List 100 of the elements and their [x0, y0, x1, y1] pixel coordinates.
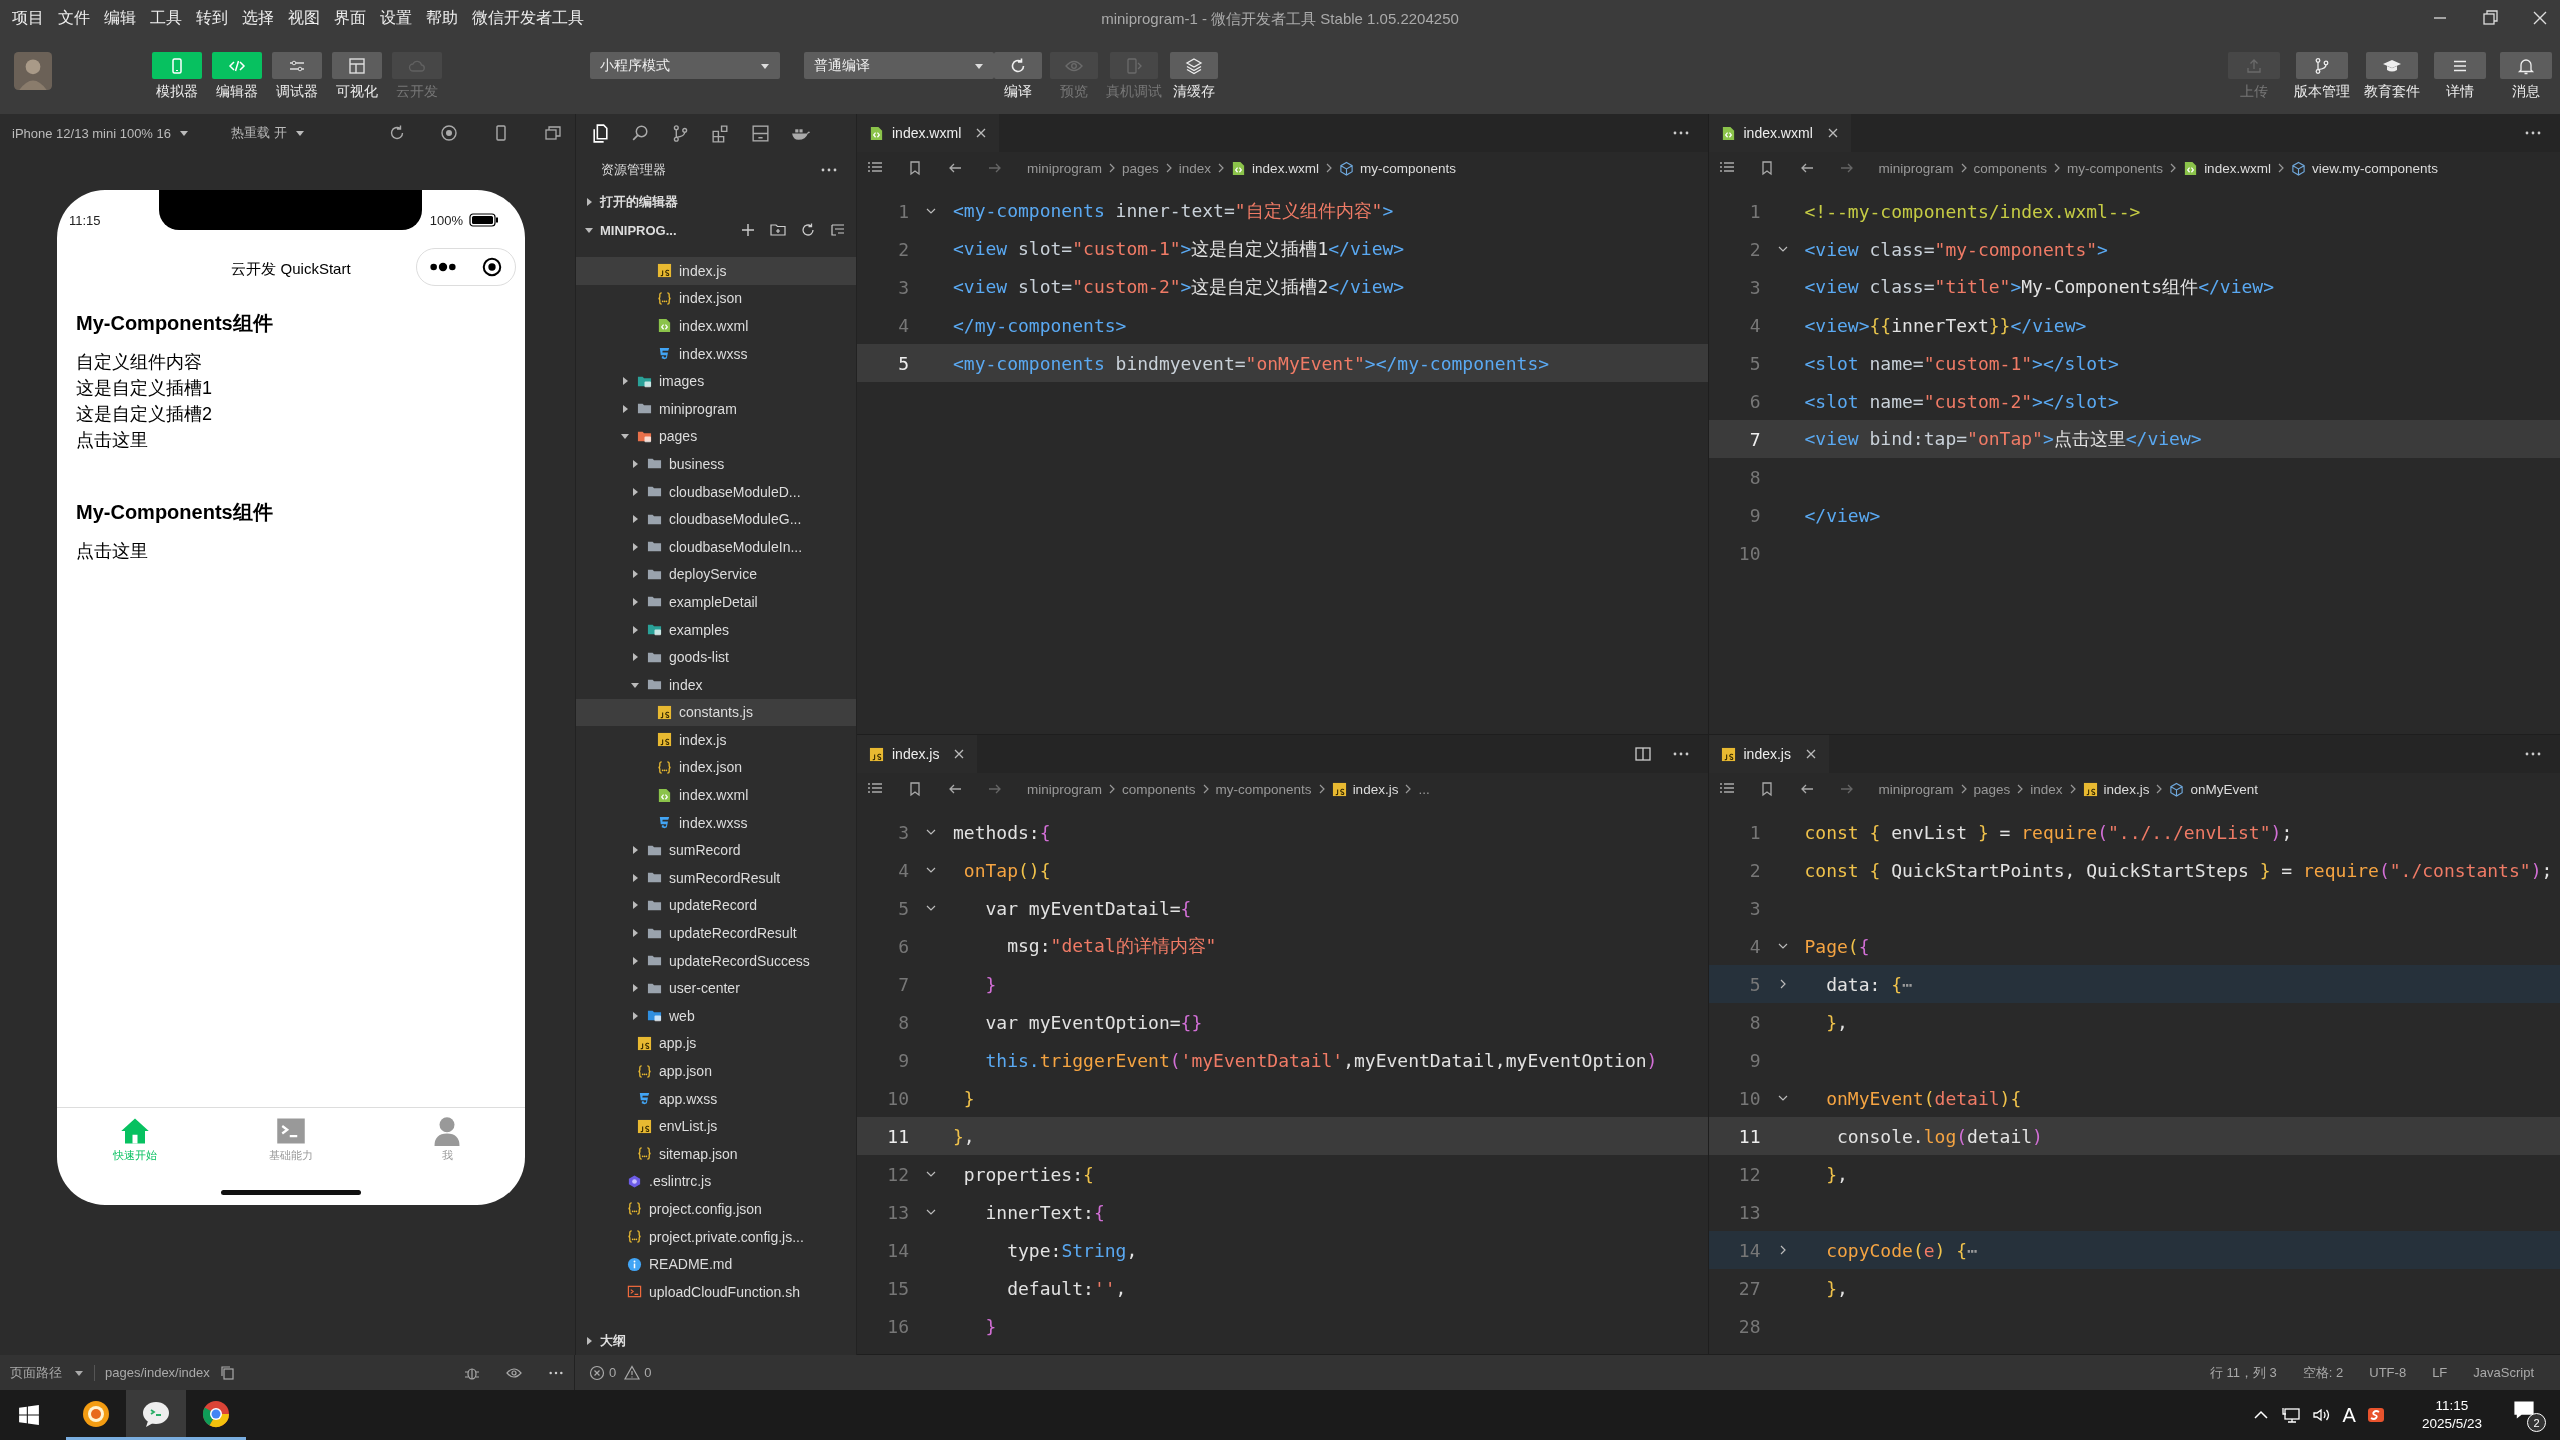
input-method[interactable]: A: [2342, 1403, 2356, 1427]
close-icon[interactable]: [1826, 127, 1839, 139]
tree-item[interactable]: examples: [576, 615, 856, 644]
tree-item[interactable]: uploadCloudFunction.sh: [576, 1277, 856, 1306]
tree-item[interactable]: sumRecordResult: [576, 864, 856, 892]
editor-tab[interactable]: index.js: [857, 735, 978, 773]
collapse-icon[interactable]: [830, 222, 846, 238]
view-toggle-button[interactable]: [212, 52, 262, 79]
breadcrumb-item[interactable]: miniprogram: [1878, 160, 1954, 176]
save-icon[interactable]: [750, 122, 771, 144]
menu-item[interactable]: 帮助: [426, 7, 458, 29]
page-path-menu[interactable]: 页面路径: [10, 1363, 62, 1382]
tree-item[interactable]: index.wxss: [576, 339, 856, 368]
error-icon[interactable]: [589, 1364, 605, 1381]
view-toggle-button[interactable]: [152, 52, 202, 79]
more-icon[interactable]: [2524, 130, 2542, 136]
toolbar-button[interactable]: [2434, 52, 2486, 79]
menu-item[interactable]: 视图: [288, 7, 320, 29]
tree-item[interactable]: deployService: [576, 560, 856, 589]
toolbar-button[interactable]: [2366, 52, 2418, 79]
sogou-icon[interactable]: [2365, 1405, 2386, 1425]
view-toggle-button[interactable]: [272, 52, 322, 79]
tree-item[interactable]: images: [576, 367, 856, 395]
windows-logo-icon[interactable]: [18, 1404, 40, 1426]
breadcrumb-item[interactable]: components: [1973, 160, 2048, 176]
close-icon[interactable]: [953, 748, 966, 760]
tree-item[interactable]: business: [576, 450, 856, 478]
breadcrumb-item[interactable]: my-components: [2067, 160, 2164, 176]
bookmark-icon[interactable]: [907, 781, 923, 797]
breadcrumb-item[interactable]: components: [1122, 781, 1196, 797]
tree-item[interactable]: constants.js: [576, 698, 856, 727]
breadcrumb-item[interactable]: index.wxml: [2204, 160, 2271, 176]
more-icon[interactable]: [1671, 751, 1690, 757]
breadcrumb-item[interactable]: index.wxml: [1252, 160, 1319, 176]
hot-reload-toggle[interactable]: 热重载 开: [231, 124, 287, 142]
tree-item[interactable]: index.json: [576, 284, 856, 313]
breadcrumb-item[interactable]: miniprogram: [1878, 781, 1954, 797]
split-editor-icon[interactable]: [1633, 745, 1652, 763]
windows-icon[interactable]: [543, 123, 563, 143]
toolbar-button[interactable]: [2500, 52, 2552, 79]
close-icon[interactable]: [1804, 748, 1817, 760]
close-icon[interactable]: [975, 127, 988, 139]
mode-dropdown[interactable]: 小程序模式: [590, 52, 780, 79]
tree-item[interactable]: index: [576, 670, 856, 699]
view-toggle-button[interactable]: [332, 52, 382, 79]
stop-icon[interactable]: [439, 123, 459, 143]
tree-item[interactable]: cloudbaseModuleD...: [576, 477, 856, 506]
section-header[interactable]: 大纲: [576, 1327, 856, 1355]
tree-item[interactable]: index.js: [576, 257, 856, 285]
breadcrumb-item[interactable]: pages: [1973, 781, 2011, 797]
tree-item[interactable]: updateRecord: [576, 891, 856, 920]
tree-item[interactable]: goods-list: [576, 643, 856, 671]
device-selector[interactable]: iPhone 12/13 mini 100% 16: [12, 125, 171, 141]
tree-item[interactable]: envList.js: [576, 1112, 856, 1140]
more-icon[interactable]: [2524, 751, 2542, 757]
breadcrumb-item[interactable]: miniprogram: [1027, 781, 1103, 797]
menu-item[interactable]: 项目: [12, 7, 44, 29]
tree-item[interactable]: index.wxml: [576, 312, 856, 340]
tree-item[interactable]: project.config.json: [576, 1195, 856, 1223]
breadcrumb-item[interactable]: index: [2030, 781, 2063, 797]
breadcrumb-item[interactable]: view.my-components: [2311, 160, 2438, 176]
compile-action-button[interactable]: [994, 52, 1042, 79]
status-item[interactable]: UTF-8: [2369, 1365, 2407, 1380]
tree-item[interactable]: user-center: [576, 974, 856, 1003]
tree-item[interactable]: sumRecord: [576, 836, 856, 865]
tree-item[interactable]: app.wxss: [576, 1084, 856, 1113]
breadcrumb-item[interactable]: my-components: [1215, 781, 1312, 797]
tree-item[interactable]: web: [576, 1002, 856, 1030]
taskbar-app[interactable]: [126, 1390, 186, 1440]
tree-item[interactable]: project.private.config.js...: [576, 1222, 856, 1251]
menu-item[interactable]: 界面: [334, 7, 366, 29]
status-item[interactable]: LF: [2432, 1365, 2448, 1380]
status-item[interactable]: 空格: 2: [2302, 1363, 2344, 1382]
clock-date[interactable]: 2025/5/23: [2421, 1415, 2482, 1433]
tree-item[interactable]: index.json: [576, 753, 856, 782]
refresh-icon[interactable]: [800, 222, 816, 238]
compile-action-button[interactable]: [1170, 52, 1218, 79]
toolbar-button[interactable]: [2296, 52, 2348, 79]
editor-tab[interactable]: index.js: [1708, 735, 1829, 773]
more-icon[interactable]: [1671, 130, 1690, 136]
network-icon[interactable]: [2280, 1405, 2301, 1425]
more-icon[interactable]: [429, 262, 457, 272]
breadcrumb-item[interactable]: my-components: [1359, 160, 1456, 176]
tree-item[interactable]: index.wxml: [576, 781, 856, 809]
error-count[interactable]: 0: [609, 1365, 617, 1380]
breadcrumb-item[interactable]: pages: [1122, 160, 1159, 176]
menu-item[interactable]: 设置: [380, 7, 412, 29]
breadcrumb-item[interactable]: onMyEvent: [2190, 781, 2258, 797]
section-header[interactable]: 打开的编辑器: [576, 188, 856, 216]
files-icon[interactable]: [590, 122, 611, 144]
tree-item[interactable]: updateRecordResult: [576, 919, 856, 947]
menu-item[interactable]: 工具: [150, 7, 182, 29]
tree-item[interactable]: app.js: [576, 1029, 856, 1058]
menu-item[interactable]: 编辑: [104, 7, 136, 29]
menu-item[interactable]: 转到: [196, 7, 228, 29]
tree-item[interactable]: README.md: [576, 1250, 856, 1278]
tree-item[interactable]: index.js: [576, 726, 856, 754]
target-icon[interactable]: [481, 256, 503, 278]
notification-button[interactable]: 2: [2512, 1398, 2546, 1432]
menu-item[interactable]: 选择: [242, 7, 274, 29]
